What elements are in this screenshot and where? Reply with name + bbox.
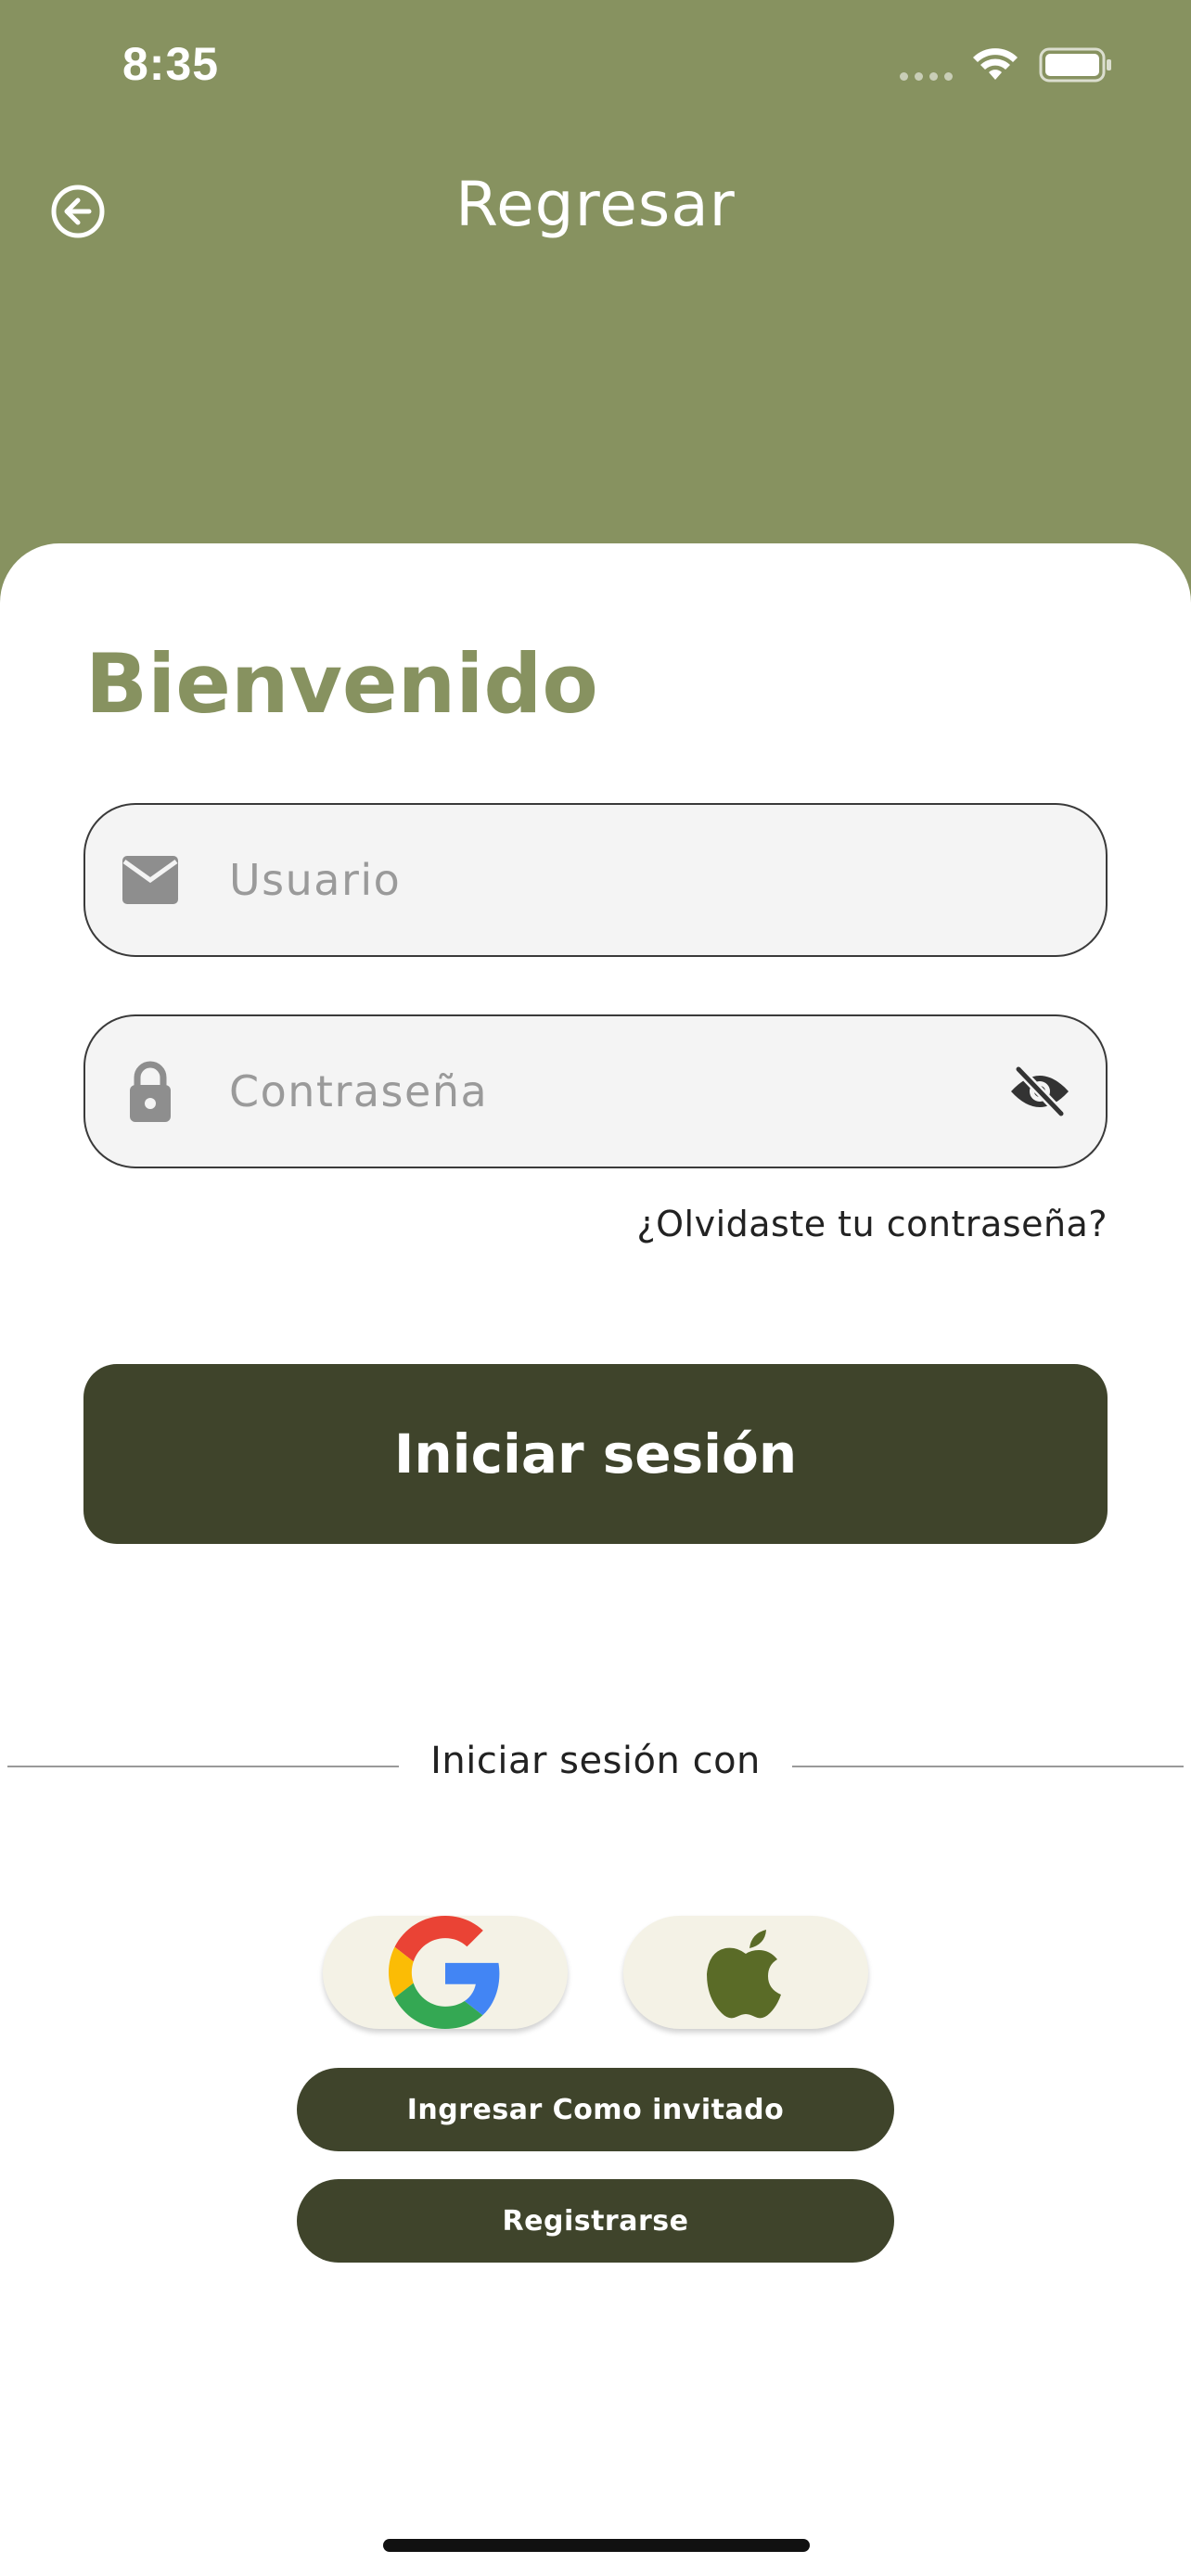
register-button[interactable]: Registrarse — [297, 2179, 894, 2263]
wifi-icon — [973, 48, 1018, 80]
status-time: 8:35 — [122, 38, 220, 90]
login-screen: 8:35 Regresar Bienvenido Usuario ¿Olvida… — [0, 0, 1191, 2576]
welcome-heading: Bienvenido — [85, 636, 598, 732]
lock-icon — [130, 1061, 171, 1122]
apple-login-button[interactable] — [623, 1916, 868, 2029]
guest-login-button[interactable]: Ingresar Como invitado — [297, 2068, 894, 2151]
eye-off-icon[interactable] — [1007, 1064, 1072, 1119]
mail-icon — [122, 856, 178, 904]
divider-line-right — [792, 1766, 1184, 1767]
password-input[interactable] — [229, 1016, 971, 1167]
login-button[interactable]: Iniciar sesión — [83, 1364, 1108, 1544]
google-login-button[interactable] — [323, 1916, 568, 2029]
home-indicator — [383, 2539, 810, 2552]
google-icon — [389, 1916, 500, 2029]
apple-icon — [707, 1930, 781, 2019]
cellular-signal-icon — [900, 72, 953, 81]
forgot-password-link[interactable]: ¿Olvidaste tu contraseña? — [636, 1204, 1108, 1244]
username-input[interactable] — [229, 805, 971, 955]
login-card: Bienvenido ¿Olvidaste tu co — [0, 543, 1191, 2576]
password-field[interactable] — [83, 1014, 1108, 1168]
header-title: Regresar — [455, 169, 736, 240]
battery-icon — [1039, 47, 1111, 83]
social-divider-label: Iniciar sesión con — [430, 1740, 761, 1782]
username-field[interactable] — [83, 803, 1108, 957]
